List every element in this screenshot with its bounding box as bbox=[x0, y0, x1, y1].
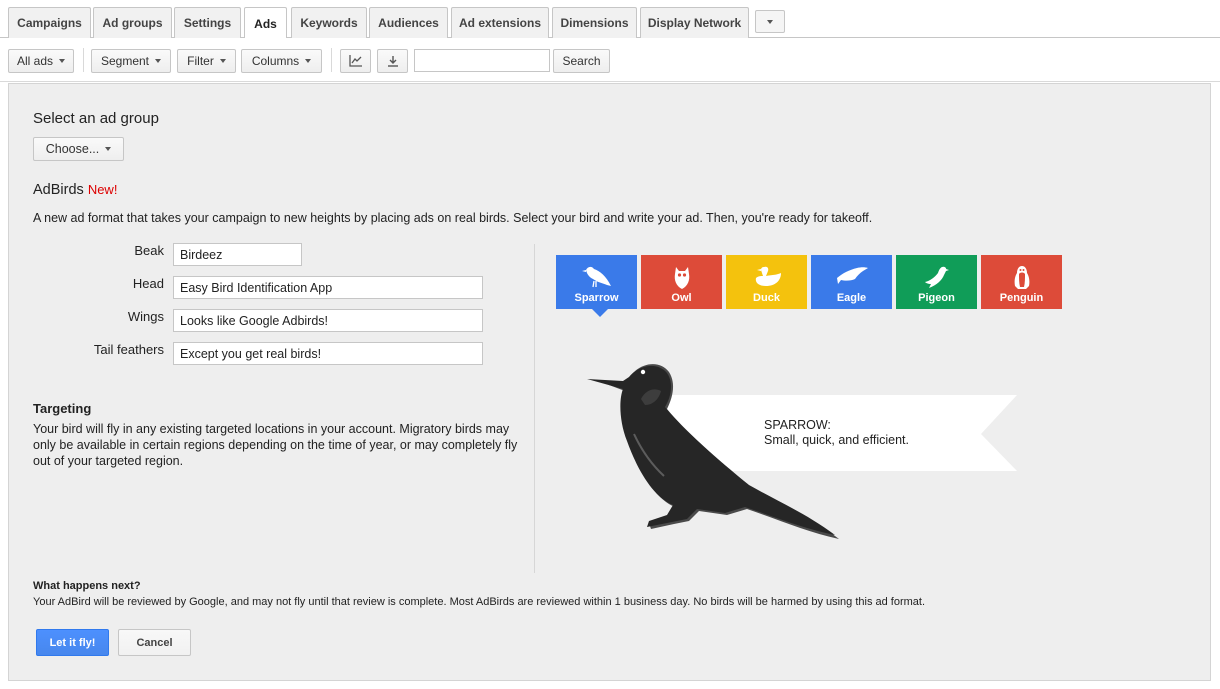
segment-dropdown[interactable]: Segment bbox=[91, 49, 171, 73]
adbirds-title-text: AdBirds bbox=[33, 182, 84, 198]
search-input[interactable] bbox=[414, 49, 550, 72]
adbirds-panel: Select an ad group Choose... AdBirds New… bbox=[8, 83, 1211, 681]
search-button-label: Search bbox=[562, 54, 601, 68]
segment-label: Segment bbox=[100, 54, 150, 68]
what-happens-next-text: Your AdBird will be reviewed by Google, … bbox=[33, 596, 926, 608]
duck-icon bbox=[755, 266, 781, 286]
choose-ad-group-dropdown[interactable]: Choose... bbox=[33, 137, 124, 161]
filter-dropdown[interactable]: Filter bbox=[177, 49, 236, 73]
column-divider bbox=[534, 244, 535, 573]
wings-field[interactable]: Looks like Google Adbirds! bbox=[173, 309, 483, 332]
tab-ad-extensions[interactable]: Ad extensions bbox=[451, 7, 549, 38]
let-it-fly-button[interactable]: Let it fly! bbox=[36, 629, 109, 656]
all-ads-label: All ads bbox=[16, 54, 54, 68]
bird-tile-pigeon[interactable]: Pigeon bbox=[896, 255, 977, 309]
head-label: Head bbox=[132, 276, 164, 291]
more-tabs-button[interactable] bbox=[755, 10, 785, 33]
filter-label: Filter bbox=[187, 54, 214, 68]
tab-ad-groups[interactable]: Ad groups bbox=[93, 7, 172, 38]
all-ads-dropdown[interactable]: All ads bbox=[8, 49, 74, 73]
owl-icon bbox=[674, 267, 689, 289]
tab-campaigns[interactable]: Campaigns bbox=[8, 7, 91, 38]
toolbar-divider bbox=[331, 48, 332, 72]
eagle-icon bbox=[836, 267, 868, 284]
chevron-down-icon bbox=[305, 59, 312, 63]
chevron-down-icon bbox=[155, 59, 162, 63]
toolbar-divider bbox=[83, 48, 84, 72]
toolbar: All ads Segment Filter Columns Search bbox=[0, 38, 1220, 82]
chart-button[interactable] bbox=[340, 49, 371, 73]
bird-tile-eagle[interactable]: Eagle bbox=[811, 255, 892, 309]
chevron-down-icon bbox=[59, 59, 66, 63]
targeting-text: Your bird will fly in any existing targe… bbox=[33, 422, 518, 468]
pigeon-icon bbox=[924, 266, 949, 288]
adbirds-title: AdBirds New! bbox=[33, 182, 117, 198]
selected-bird-title: SPARROW: bbox=[764, 418, 831, 432]
beak-label: Beak bbox=[134, 243, 164, 258]
select-ad-group-heading: Select an ad group bbox=[33, 110, 159, 127]
sparrow-icon bbox=[581, 266, 611, 288]
tab-audiences[interactable]: Audiences bbox=[369, 7, 448, 38]
adbirds-description: A new ad format that takes your campaign… bbox=[33, 211, 873, 225]
selected-bird-description: SPARROW: Small, quick, and efficient. bbox=[764, 418, 909, 448]
download-button[interactable] bbox=[377, 49, 408, 73]
bird-tile-label: Penguin bbox=[999, 292, 1044, 304]
cancel-button[interactable]: Cancel bbox=[118, 629, 191, 656]
download-icon bbox=[387, 56, 398, 67]
choose-label: Choose... bbox=[45, 142, 100, 156]
selected-bird-pointer bbox=[592, 309, 608, 317]
head-field[interactable]: Easy Bird Identification App bbox=[173, 276, 483, 299]
penguin-icon bbox=[1014, 266, 1029, 289]
bird-tile-owl[interactable]: Owl bbox=[641, 255, 722, 309]
wings-label: Wings bbox=[127, 309, 164, 324]
tail-feathers-field[interactable]: Except you get real birds! bbox=[173, 342, 483, 365]
tail-feathers-label: Tail feathers bbox=[93, 342, 164, 357]
bird-tile-duck[interactable]: Duck bbox=[726, 255, 807, 309]
selected-bird-caption: Small, quick, and efficient. bbox=[764, 433, 909, 447]
targeting-heading: Targeting bbox=[33, 401, 92, 416]
bird-tile-label: Pigeon bbox=[918, 292, 955, 304]
tab-keywords[interactable]: Keywords bbox=[291, 7, 367, 38]
bird-tile-label: Sparrow bbox=[574, 292, 619, 304]
bird-tile-label: Eagle bbox=[836, 292, 867, 304]
tab-bar: Campaigns Ad groups Settings Ads Keyword… bbox=[0, 0, 1220, 39]
new-badge: New! bbox=[87, 182, 118, 197]
bird-tile-sparrow[interactable]: Sparrow bbox=[556, 255, 637, 309]
tab-dimensions[interactable]: Dimensions bbox=[552, 7, 637, 38]
line-chart-icon bbox=[348, 55, 362, 67]
columns-dropdown[interactable]: Columns bbox=[241, 49, 322, 73]
chevron-down-icon bbox=[105, 147, 112, 151]
tab-ads[interactable]: Ads bbox=[244, 7, 287, 39]
chevron-down-icon bbox=[767, 19, 773, 24]
chevron-down-icon bbox=[219, 59, 226, 63]
what-happens-next-heading: What happens next? bbox=[33, 580, 141, 592]
columns-label: Columns bbox=[251, 54, 300, 68]
bird-tile-penguin[interactable]: Penguin bbox=[981, 255, 1062, 309]
tab-display-network[interactable]: Display Network bbox=[640, 7, 749, 38]
bird-tile-label: Duck bbox=[753, 292, 780, 304]
search-button[interactable]: Search bbox=[553, 49, 610, 73]
tab-settings[interactable]: Settings bbox=[174, 7, 241, 38]
bird-tile-label: Owl bbox=[671, 292, 692, 304]
beak-field[interactable]: Birdeez bbox=[173, 243, 302, 266]
